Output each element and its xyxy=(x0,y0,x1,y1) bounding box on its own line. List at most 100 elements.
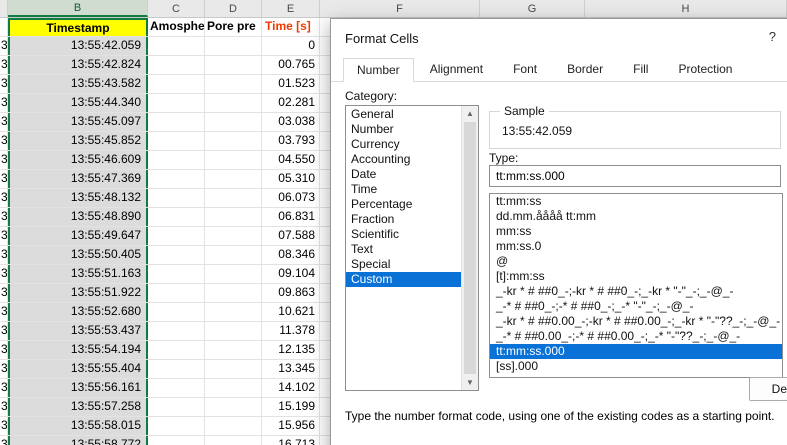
format-option[interactable]: _-* # ##0.00_-;-* # ##0.00_-;_-* "-"??_-… xyxy=(490,329,782,344)
cell-a[interactable]: 3 xyxy=(0,189,8,207)
cell-a[interactable]: 3 xyxy=(0,303,8,321)
cell-a[interactable]: 3 xyxy=(0,94,8,112)
format-option[interactable]: _-kr * # ##0.00_-;-kr * # ##0.00_-;_-kr … xyxy=(490,314,782,329)
cell-a[interactable]: 3 xyxy=(0,113,8,131)
category-number[interactable]: Number xyxy=(346,122,462,137)
cell-time[interactable]: 10.621 xyxy=(262,303,320,321)
category-special[interactable]: Special xyxy=(346,257,462,272)
cell-time[interactable]: 00.765 xyxy=(262,56,320,74)
format-option[interactable]: @ xyxy=(490,254,782,269)
cell-a[interactable]: 3 xyxy=(0,398,8,416)
tab-number[interactable]: Number xyxy=(343,58,414,82)
column-header-d[interactable]: D xyxy=(205,0,262,17)
cell-atmospheric[interactable] xyxy=(148,56,205,74)
column-header-c[interactable]: C xyxy=(148,0,205,17)
cell-timestamp[interactable]: 13:55:43.582 xyxy=(8,75,148,93)
cell-atmospheric[interactable] xyxy=(148,246,205,264)
cell-timestamp[interactable]: 13:55:51.922 xyxy=(8,284,148,302)
cell-a[interactable]: 3 xyxy=(0,56,8,74)
cell-timestamp[interactable]: 13:55:52.680 xyxy=(8,303,148,321)
cell-atmospheric[interactable] xyxy=(148,170,205,188)
cell-time[interactable]: 15.956 xyxy=(262,417,320,435)
cell-atmospheric[interactable] xyxy=(148,284,205,302)
cell-time[interactable]: 11.378 xyxy=(262,322,320,340)
cell-a[interactable]: 3 xyxy=(0,379,8,397)
cell-a[interactable]: 3 xyxy=(0,322,8,340)
category-date[interactable]: Date xyxy=(346,167,462,182)
cell-time[interactable]: 16.713 xyxy=(262,436,320,445)
cell-pore[interactable] xyxy=(205,379,262,397)
cell-timestamp[interactable]: 13:55:58.772 xyxy=(8,436,148,445)
cell-a[interactable]: 3 xyxy=(0,37,8,55)
column-header-a[interactable] xyxy=(0,0,8,17)
cell-pore[interactable] xyxy=(205,417,262,435)
tab-fill[interactable]: Fill xyxy=(619,57,662,81)
cell-pore[interactable] xyxy=(205,265,262,283)
cell-pore[interactable] xyxy=(205,113,262,131)
cell-atmospheric[interactable] xyxy=(148,398,205,416)
cell-timestamp[interactable]: 13:55:48.132 xyxy=(8,189,148,207)
cell-timestamp[interactable]: 13:55:44.340 xyxy=(8,94,148,112)
dialog-titlebar[interactable]: Format Cells ? xyxy=(331,19,787,57)
column-header-h[interactable]: H xyxy=(585,0,787,17)
cell-atmospheric[interactable] xyxy=(148,303,205,321)
cell-atmospheric[interactable] xyxy=(148,94,205,112)
category-scientific[interactable]: Scientific xyxy=(346,227,462,242)
cell-time[interactable]: 05.310 xyxy=(262,170,320,188)
cell-a[interactable]: 3 xyxy=(0,284,8,302)
help-icon[interactable]: ? xyxy=(769,29,776,44)
cell-atmospheric[interactable] xyxy=(148,322,205,340)
tab-protection[interactable]: Protection xyxy=(664,57,746,81)
cell-a[interactable]: 3 xyxy=(0,246,8,264)
cell-timestamp[interactable]: 13:55:45.852 xyxy=(8,132,148,150)
column-header-f[interactable]: F xyxy=(320,0,480,17)
cell-pore[interactable] xyxy=(205,189,262,207)
format-option[interactable]: _-* # ##0_-;-* # ##0_-;_-* "-"_-;_-@_- xyxy=(490,299,782,314)
cell-a[interactable]: 3 xyxy=(0,208,8,226)
cell-pore-header[interactable]: Pore pre xyxy=(205,18,262,36)
format-option[interactable]: tt:mm:ss xyxy=(490,194,782,209)
cell-time[interactable]: 01.523 xyxy=(262,75,320,93)
cell-time[interactable]: 03.038 xyxy=(262,113,320,131)
cell-timestamp[interactable]: 13:55:45.097 xyxy=(8,113,148,131)
cell-time[interactable]: 07.588 xyxy=(262,227,320,245)
cell-pore[interactable] xyxy=(205,341,262,359)
cell-timestamp[interactable]: 13:55:55.404 xyxy=(8,360,148,378)
cell-a[interactable]: 3 xyxy=(0,265,8,283)
cell-timestamp[interactable]: 13:55:53.437 xyxy=(8,322,148,340)
column-header-e[interactable]: E xyxy=(262,0,320,17)
cell-time[interactable]: 08.346 xyxy=(262,246,320,264)
cell-pore[interactable] xyxy=(205,151,262,169)
column-header-g[interactable]: G xyxy=(480,0,585,17)
cell-time[interactable]: 03.793 xyxy=(262,132,320,150)
cell-atmospheric[interactable] xyxy=(148,208,205,226)
cell-atmospheric[interactable] xyxy=(148,360,205,378)
cell-pore[interactable] xyxy=(205,436,262,445)
cell-a[interactable]: 3 xyxy=(0,75,8,93)
cell-timestamp[interactable]: 13:55:48.890 xyxy=(8,208,148,226)
format-option[interactable]: mm:ss.0 xyxy=(490,239,782,254)
category-accounting[interactable]: Accounting xyxy=(346,152,462,167)
scroll-up-icon[interactable]: ▲ xyxy=(462,109,478,118)
cell-atmospheric[interactable] xyxy=(148,37,205,55)
cell-time[interactable]: 06.831 xyxy=(262,208,320,226)
tab-border[interactable]: Border xyxy=(553,57,617,81)
cell-pore[interactable] xyxy=(205,170,262,188)
format-option[interactable]: [ss].000 xyxy=(490,359,782,374)
cell-pore[interactable] xyxy=(205,56,262,74)
format-option[interactable]: mm:ss xyxy=(490,224,782,239)
tab-font[interactable]: Font xyxy=(499,57,551,81)
cell-atmospheric[interactable] xyxy=(148,75,205,93)
cell-atmospheric[interactable] xyxy=(148,227,205,245)
cell-time[interactable]: 02.281 xyxy=(262,94,320,112)
cell-atmospheric[interactable] xyxy=(148,417,205,435)
cell-time[interactable]: 06.073 xyxy=(262,189,320,207)
cell-pore[interactable] xyxy=(205,303,262,321)
cell-pore[interactable] xyxy=(205,284,262,302)
category-custom[interactable]: Custom xyxy=(346,272,462,287)
tab-alignment[interactable]: Alignment xyxy=(416,57,497,81)
cell-a[interactable]: 3 xyxy=(0,227,8,245)
cell-a[interactable]: 3 xyxy=(0,132,8,150)
cell-pore[interactable] xyxy=(205,75,262,93)
cell-time[interactable]: 0 xyxy=(262,37,320,55)
